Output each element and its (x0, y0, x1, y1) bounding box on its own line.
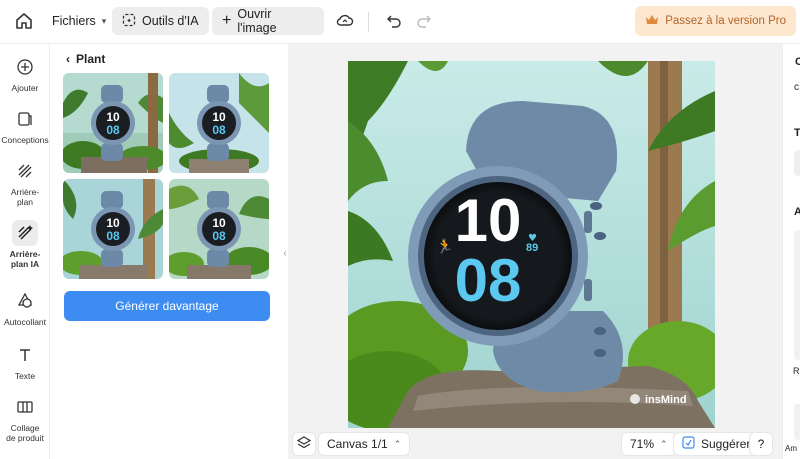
chevron-left-icon: ‹ (66, 52, 70, 66)
suggest-icon (682, 436, 695, 452)
open-image-button[interactable]: + Ouvrir l'image (212, 7, 324, 35)
result-thumbnail[interactable]: 10 08 (63, 73, 163, 173)
hatch-icon (12, 158, 38, 184)
suggest-button[interactable]: Suggérer (673, 432, 760, 456)
properties-field[interactable] (794, 230, 800, 360)
cloud-sync-icon[interactable] (336, 13, 354, 29)
properties-section-fragment: A (794, 206, 800, 218)
properties-title-fragment: C (795, 56, 800, 68)
collage-icon (12, 394, 38, 420)
result-thumbnail[interactable]: 10 08 (169, 73, 269, 173)
rail-label: Arrière-plan (10, 187, 40, 207)
properties-label-fragment: Ra (793, 366, 800, 376)
rail-label: Autocollant (3, 317, 47, 327)
thumb-minute-text: 08 (106, 229, 120, 243)
layers-icon (296, 435, 312, 453)
svg-text:✦: ✦ (126, 17, 132, 25)
files-label: Fichiers (52, 14, 96, 28)
crown-icon (645, 14, 659, 29)
thumb-hour-text: 10 (106, 216, 120, 230)
chevron-up-down-icon: ⌃ (393, 438, 402, 449)
chevron-left-icon: ‹ (283, 247, 287, 259)
plus-icon: + (222, 12, 232, 29)
properties-panel: C c T A Ra Am (782, 44, 800, 459)
chevron-down-icon: ▾ (101, 15, 107, 26)
thumb-minute-text: 08 (106, 123, 120, 137)
zoom-value: 71% (630, 437, 655, 451)
thumb-minute-text: 08 (212, 229, 226, 243)
heart-icon: ♥ (528, 233, 537, 244)
upgrade-pro-button[interactable]: Passez à la version Pro (635, 6, 796, 36)
open-image-label: Ouvrir l'image (237, 7, 277, 35)
properties-text-fragment: c (794, 82, 799, 93)
help-button[interactable]: ? (749, 432, 773, 456)
rail-item-designs[interactable]: Conceptions (0, 106, 50, 145)
rail-label: Texte (14, 371, 36, 381)
layers-button[interactable] (292, 432, 316, 456)
text-icon (12, 342, 38, 368)
redo-icon[interactable] (416, 13, 432, 29)
thumb-hour-text: 10 (212, 110, 226, 124)
rail-label: Arrière-plan IA (9, 249, 41, 269)
runner-icon: 🏃 (436, 238, 453, 255)
thumb-minute-text: 08 (212, 123, 226, 137)
result-thumbnail[interactable]: 10 08 (169, 179, 269, 279)
undo-icon[interactable] (386, 13, 402, 29)
chevron-up-icon: ⌃ (660, 438, 668, 449)
ai-tools-button[interactable]: ✦ Outils d'IA (112, 7, 209, 35)
canvas-page-selector[interactable]: Canvas 1/1 ⌃ (318, 432, 411, 456)
rail-item-collage[interactable]: Collage de produit (0, 394, 50, 443)
home-icon[interactable] (14, 11, 34, 31)
rail-label: Ajouter (11, 83, 39, 93)
rail-item-add[interactable]: Ajouter (0, 54, 50, 93)
generate-more-label: Générer davantage (115, 299, 219, 313)
watermark-text: insMind (645, 394, 687, 406)
properties-section-fragment: T (794, 127, 800, 139)
rail-item-ai-background[interactable]: Arrière-plan IA (0, 220, 50, 269)
suggest-label: Suggérer (701, 437, 751, 451)
rail-label: Conceptions (1, 135, 49, 145)
properties-field[interactable] (794, 150, 800, 176)
sticker-icon (12, 288, 38, 314)
ai-background-icon (12, 220, 38, 246)
thumb-hour-text: 10 (212, 216, 226, 230)
canvas-image[interactable]: 10 08 89 ♥ 🏃 insMind (348, 61, 715, 428)
generate-more-button[interactable]: Générer davantage (64, 291, 270, 321)
watch-minute-text: 08 (455, 247, 522, 314)
result-thumbnail[interactable]: 10 08 (63, 179, 163, 279)
top-toolbar: Fichiers ▾ ✦ Outils d'IA + Ouvrir l'imag… (0, 0, 800, 44)
properties-field[interactable] (794, 404, 800, 440)
templates-icon (12, 106, 38, 132)
thumb-hour-text: 10 (106, 110, 120, 124)
back-label: Plant (76, 52, 106, 66)
back-button[interactable]: ‹ Plant (66, 52, 105, 66)
rail-label: Collage de produit (6, 423, 44, 443)
files-menu[interactable]: Fichiers ▾ (52, 14, 106, 28)
upgrade-pro-label: Passez à la version Pro (665, 15, 786, 27)
left-tool-rail: Ajouter Conceptions Arrière-plan Arrière… (0, 44, 50, 459)
watch-hour-text: 10 (455, 187, 522, 254)
zoom-selector[interactable]: 71% ⌃ (621, 432, 677, 456)
properties-label-fragment: Am (785, 444, 797, 453)
help-label: ? (757, 437, 765, 451)
canvas-page-label: Canvas 1/1 (327, 437, 388, 451)
rail-item-sticker[interactable]: Autocollant (0, 288, 50, 327)
plus-circle-icon (12, 54, 38, 80)
toolbar-divider (368, 12, 369, 32)
rail-item-text[interactable]: Texte (0, 342, 50, 381)
ai-tools-icon: ✦ (122, 13, 136, 30)
rail-item-background[interactable]: Arrière-plan (0, 158, 50, 207)
ai-tools-label: Outils d'IA (142, 14, 199, 28)
